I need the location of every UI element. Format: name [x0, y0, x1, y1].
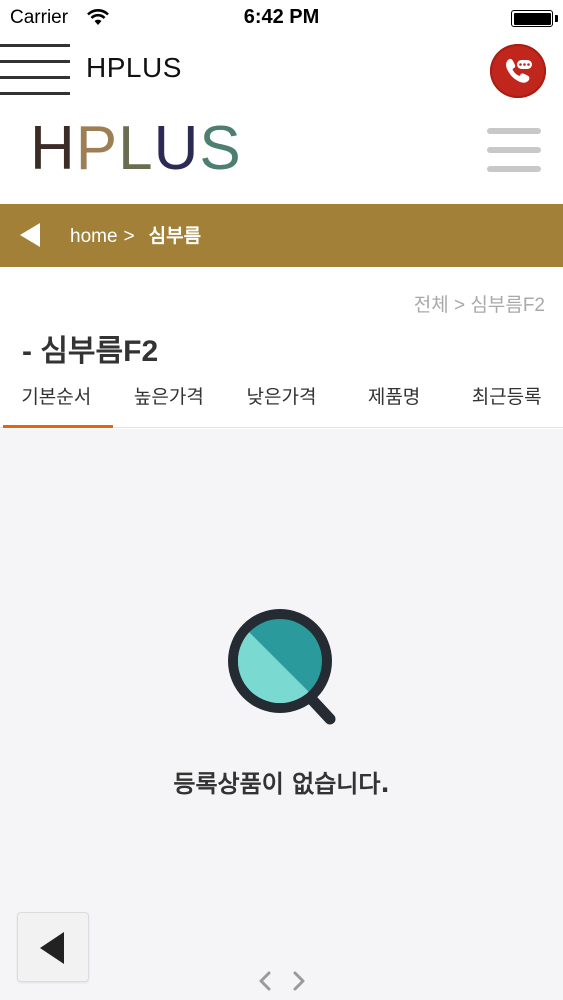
- product-list-area: 등록상품이 없습니다.: [0, 429, 563, 1000]
- site-header: HPLUS: [0, 102, 563, 204]
- tab-high-price[interactable]: 높은가격: [113, 368, 226, 427]
- hamburger-icon[interactable]: [0, 44, 70, 96]
- tab-product-name[interactable]: 제품명: [338, 368, 451, 427]
- breadcrumb-bar: home > 심부름: [0, 204, 563, 267]
- back-arrow-icon[interactable]: [20, 223, 40, 247]
- page-back-button[interactable]: [17, 912, 89, 982]
- sort-tabs: 기본순서 높은가격 낮은가격 제품명 최근등록: [0, 368, 563, 428]
- page-title: - 심부름F2: [22, 335, 159, 368]
- chevron-right-icon[interactable]: [293, 971, 305, 991]
- menu-icon[interactable]: [487, 128, 541, 172]
- status-time: 6:42 PM: [243, 6, 320, 28]
- phone-icon: [506, 58, 532, 83]
- back-triangle-icon: [40, 932, 64, 964]
- app-bar: HPLUS: [0, 36, 563, 102]
- tab-low-price[interactable]: 낮은가격: [225, 368, 338, 427]
- app-title: HPLUS: [86, 52, 182, 83]
- breadcrumb-current: 심부름: [148, 226, 202, 247]
- battery-tip: [555, 15, 558, 22]
- category-path: 전체 > 심부름F2: [413, 295, 545, 316]
- breadcrumb-separator: >: [123, 226, 135, 247]
- tab-default-order[interactable]: 기본순서: [0, 368, 113, 428]
- search-icon: [228, 609, 336, 725]
- tab-recent[interactable]: 최근등록: [450, 368, 563, 427]
- chevron-left-icon[interactable]: [259, 971, 271, 991]
- pager: [259, 971, 305, 991]
- status-bar: Carrier 6:42 PM: [0, 0, 563, 36]
- breadcrumb-home[interactable]: home: [70, 226, 118, 247]
- call-button[interactable]: [490, 44, 546, 98]
- hplus-logo[interactable]: HPLUS: [30, 114, 242, 184]
- battery-icon: [511, 10, 553, 27]
- empty-message: 등록상품이 없습니다.: [173, 770, 390, 798]
- breadcrumb: home > 심부름: [70, 221, 201, 248]
